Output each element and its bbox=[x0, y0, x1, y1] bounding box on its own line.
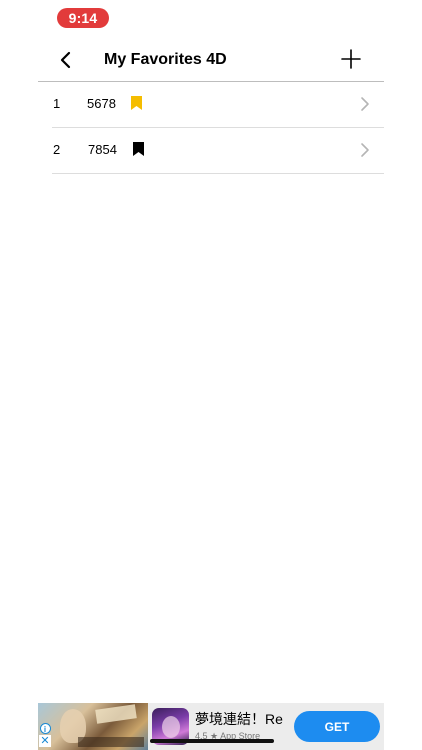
ad-app-title: 夢境連結！Re bbox=[195, 711, 283, 727]
list-item[interactable]: 1 5678 bbox=[0, 82, 422, 128]
ad-close-icon[interactable]: ✕ bbox=[39, 735, 51, 747]
nav-bar: My Favorites 4D bbox=[0, 38, 422, 82]
list-item[interactable]: 2 7854 bbox=[0, 128, 422, 174]
row-index: 2 bbox=[53, 142, 61, 157]
favorite-number: 7854 bbox=[88, 142, 117, 157]
add-favorite-button[interactable] bbox=[338, 46, 364, 72]
chevron-right-icon bbox=[361, 143, 369, 157]
plus-icon bbox=[341, 49, 361, 69]
home-indicator[interactable] bbox=[150, 739, 274, 743]
ad-info-icon[interactable]: i bbox=[39, 723, 51, 734]
back-button[interactable] bbox=[54, 48, 78, 72]
row-index: 1 bbox=[53, 96, 61, 111]
chevron-right-icon bbox=[361, 97, 369, 111]
chevron-left-icon bbox=[60, 51, 71, 69]
ad-choices: i ✕ bbox=[39, 723, 51, 749]
bookmark-icon[interactable] bbox=[133, 142, 144, 156]
status-time: 9:14 bbox=[57, 8, 109, 28]
bookmark-icon[interactable] bbox=[131, 96, 142, 110]
ad-game-artwork[interactable] bbox=[38, 703, 148, 750]
page-title: My Favorites 4D bbox=[104, 51, 227, 68]
ad-get-button[interactable]: GET bbox=[294, 711, 380, 742]
status-bar: 9:14 bbox=[0, 0, 422, 36]
favorite-number: 5678 bbox=[87, 96, 116, 111]
favorites-list: 1 5678 2 7854 bbox=[0, 82, 422, 174]
row-divider bbox=[52, 173, 384, 174]
